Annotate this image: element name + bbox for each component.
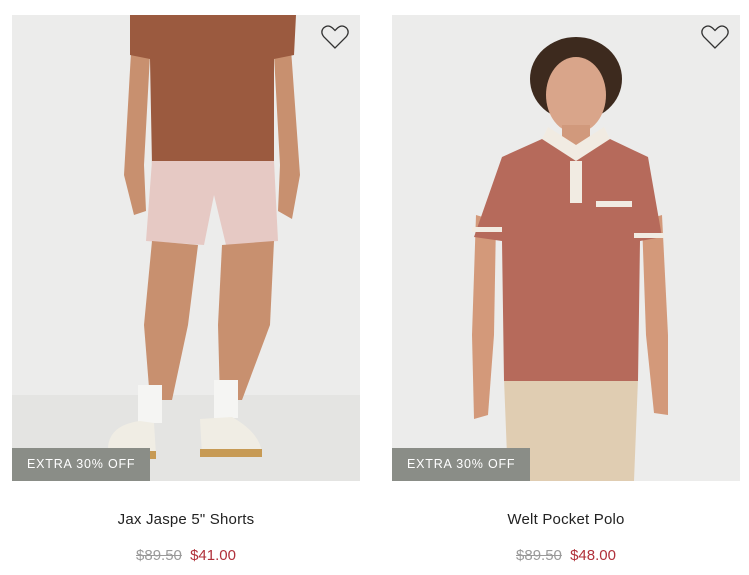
product-card[interactable]: EXTRA 30% OFF Jax Jaspe 5" Shorts $89.50… (12, 15, 360, 564)
product-photo-shorts (12, 15, 360, 481)
original-price: $89.50 (516, 547, 562, 564)
product-card[interactable]: EXTRA 30% OFF Welt Pocket Polo $89.50 $4… (392, 15, 740, 564)
product-image[interactable]: EXTRA 30% OFF (12, 15, 360, 481)
price-row: $89.50 $41.00 (12, 547, 360, 564)
promo-badge: EXTRA 30% OFF (392, 448, 531, 481)
product-image[interactable]: EXTRA 30% OFF (392, 15, 740, 481)
product-grid: EXTRA 30% OFF Jax Jaspe 5" Shorts $89.50… (0, 0, 749, 575)
sale-price: $48.00 (570, 547, 616, 564)
sale-price: $41.00 (190, 547, 236, 564)
heart-outline-icon[interactable] (700, 23, 730, 51)
heart-outline-icon[interactable] (320, 23, 350, 51)
promo-badge: EXTRA 30% OFF (12, 448, 151, 481)
product-photo-polo (392, 15, 740, 481)
product-name[interactable]: Welt Pocket Polo (392, 511, 740, 528)
price-row: $89.50 $48.00 (392, 547, 740, 564)
original-price: $89.50 (136, 547, 182, 564)
product-name[interactable]: Jax Jaspe 5" Shorts (12, 511, 360, 528)
